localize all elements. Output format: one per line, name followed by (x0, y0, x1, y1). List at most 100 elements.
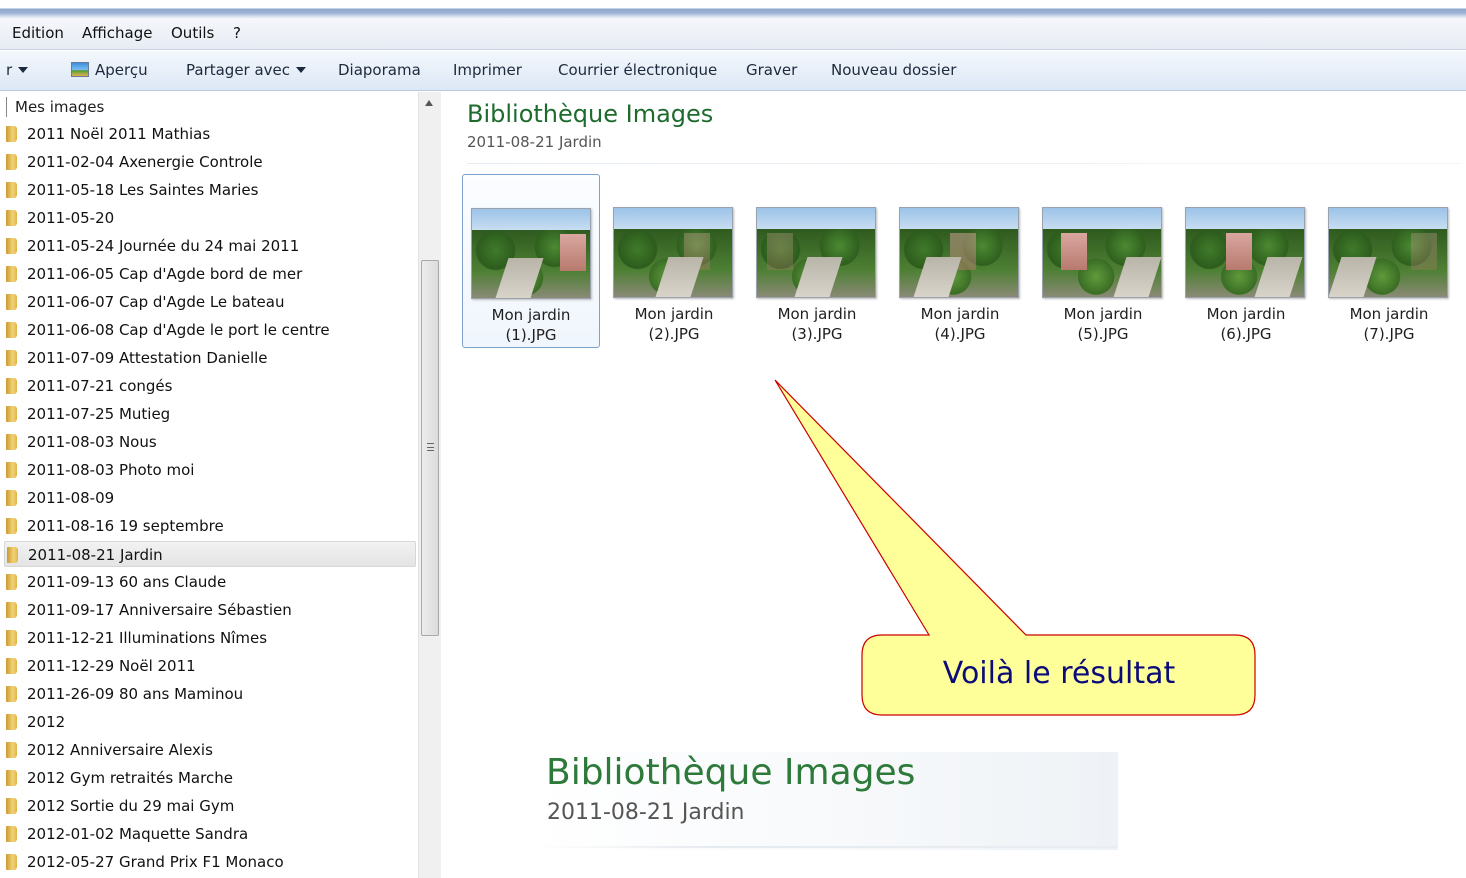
folder-label: 2011-07-21 congés (27, 377, 173, 395)
share-label: Partager avec (186, 61, 291, 79)
folder-item[interactable]: 2011-05-20 (4, 205, 416, 231)
folder-label: 2011-08-09 (27, 489, 115, 507)
folder-label: 2011-05-24 Journée du 24 mai 2011 (27, 237, 300, 255)
folder-icon (6, 630, 17, 646)
preview-button[interactable]: Aperçu (71, 61, 148, 79)
folder-item[interactable]: 2012-01-02 Maquette Sandra (4, 821, 416, 847)
folder-icon (6, 518, 17, 534)
folder-label: 2012 Gym retraités Marche (27, 769, 233, 787)
library-subtitle: 2011-08-21 Jardin (467, 133, 602, 151)
folder-item[interactable]: 2011-09-13 60 ans Claude (4, 569, 416, 595)
picture-icon (71, 62, 89, 77)
folder-item[interactable]: 2011-07-25 Mutieg (4, 401, 416, 427)
folder-item[interactable]: 2011-06-07 Cap d'Agde Le bateau (4, 289, 416, 315)
photo-thumbnail[interactable]: Mon jardin (5).JPG (1034, 174, 1172, 348)
caption-line-1: Mon jardin (777, 305, 857, 323)
folder-item[interactable]: 2011-08-21 Jardin (4, 541, 416, 567)
folder-item[interactable]: 2011-06-08 Cap d'Agde le port le centre (4, 317, 416, 343)
nav-scrollbar[interactable] (418, 92, 441, 878)
photo-thumbnail[interactable]: Mon jardin (4).JPG (891, 174, 1029, 348)
folder-label: 2011-07-09 Attestation Danielle (27, 349, 268, 367)
folder-label: 2011-08-03 Nous (27, 433, 157, 451)
folder-item[interactable]: 2011-08-09 (4, 485, 416, 511)
print-button[interactable]: Imprimer (453, 61, 522, 79)
photo-image (613, 207, 733, 298)
folder-label: 2011-02-04 Axenergie Controle (27, 153, 263, 171)
folder-item[interactable]: 2011 Noël 2011 Mathias (4, 121, 416, 147)
caption-line-1: Mon jardin (491, 306, 571, 324)
folder-item[interactable]: 2011-12-29 Noël 2011 (4, 653, 416, 679)
photo-caption: Mon jardin (2).JPG (605, 304, 743, 344)
zoomed-divider (530, 846, 1118, 848)
folder-label: 2012-01-02 Maquette Sandra (27, 825, 249, 843)
photo-image (1042, 207, 1162, 298)
menu-outils[interactable]: Outils (171, 24, 214, 42)
photo-caption: Mon jardin (1).JPG (463, 305, 599, 345)
folder-label: 2011-05-20 (27, 209, 115, 227)
caption-line-1: Mon jardin (1349, 305, 1429, 323)
caption-line-2: (6).JPG (1220, 325, 1272, 343)
organize-button[interactable]: r (6, 61, 29, 79)
folder-item[interactable]: 2011-07-09 Attestation Danielle (4, 345, 416, 371)
caption-line-1: Mon jardin (1063, 305, 1143, 323)
folder-icon (6, 826, 17, 842)
folder-item[interactable]: 2011-05-24 Journée du 24 mai 2011 (4, 233, 416, 259)
zoomed-library-title: Bibliothèque Images (546, 752, 916, 793)
photo-thumbnail[interactable]: Mon jardin (2).JPG (605, 174, 743, 348)
scroll-up-arrow-icon[interactable] (425, 100, 433, 106)
folder-icon (6, 462, 17, 478)
new-folder-button[interactable]: Nouveau dossier (831, 61, 956, 79)
folder-icon (6, 490, 17, 506)
menu-affichage[interactable]: Affichage (82, 24, 152, 42)
folder-label: 2011-26-09 80 ans Maminou (27, 685, 244, 703)
window-title-strip (0, 0, 1466, 18)
photo-thumbnail[interactable]: Mon jardin (3).JPG (748, 174, 886, 348)
folder-item[interactable]: 2011-08-03 Photo moi (4, 457, 416, 483)
folder-item[interactable]: 2011-06-05 Cap d'Agde bord de mer (4, 261, 416, 287)
folder-icon (6, 322, 17, 338)
photo-thumbnail[interactable]: Mon jardin (6).JPG (1177, 174, 1315, 348)
folder-icon (7, 547, 18, 563)
folder-item[interactable]: 2011-26-09 80 ans Maminou (4, 681, 416, 707)
folder-icon (6, 154, 17, 170)
folder-item[interactable]: 2011-02-04 Axenergie Controle (4, 149, 416, 175)
folder-item[interactable]: 2011-08-16 19 septembre (4, 513, 416, 539)
photo-image (1185, 207, 1305, 298)
folder-label: 2011-05-18 Les Saintes Maries (27, 181, 259, 199)
folder-item[interactable]: 2011-07-21 congés (4, 373, 416, 399)
photo-thumbnail[interactable]: Mon jardin (1).JPG (462, 174, 600, 348)
burn-button[interactable]: Graver (746, 61, 797, 79)
folder-label: 2011-09-17 Anniversaire Sébastien (27, 601, 292, 619)
folder-icon (6, 294, 17, 310)
email-button[interactable]: Courrier électronique (558, 61, 717, 79)
folder-item[interactable]: 2011-08-03 Nous (4, 429, 416, 455)
folder-item[interactable]: 2011-05-18 Les Saintes Maries (4, 177, 416, 203)
nav-root-mes-images[interactable]: Mes images (6, 97, 104, 117)
chevron-down-icon (18, 67, 29, 73)
scroll-thumb[interactable] (421, 260, 439, 636)
folder-item[interactable]: 2012 Anniversaire Alexis (4, 737, 416, 763)
folder-icon (6, 714, 17, 730)
callout-text: Voilà le résultat (942, 656, 1176, 691)
folder-label: 2011 Noël 2011 Mathias (27, 125, 211, 143)
folder-item[interactable]: 2012 (4, 709, 416, 735)
folder-item[interactable]: 2012 Gym retraités Marche (4, 765, 416, 791)
folder-item[interactable]: 2011-09-17 Anniversaire Sébastien (4, 597, 416, 623)
folder-icon (6, 854, 17, 870)
share-with-button[interactable]: Partager avec (186, 61, 307, 79)
photo-caption: Mon jardin (7).JPG (1320, 304, 1458, 344)
photo-thumbnail[interactable]: Mon jardin (7).JPG (1320, 174, 1458, 348)
menu-edition[interactable]: Edition (12, 24, 64, 42)
slideshow-button[interactable]: Diaporama (338, 61, 421, 79)
header-divider (467, 163, 1462, 164)
folder-item[interactable]: 2012 Sortie du 29 mai Gym (4, 793, 416, 819)
photo-caption: Mon jardin (6).JPG (1177, 304, 1315, 344)
menu-help[interactable]: ? (233, 24, 241, 42)
folder-item[interactable]: 2012-05-27 Grand Prix F1 Monaco (4, 849, 416, 875)
folder-item[interactable]: 2011-12-21 Illuminations Nîmes (4, 625, 416, 651)
zoomed-library-subtitle: 2011-08-21 Jardin (547, 800, 745, 825)
folder-icon (6, 266, 17, 282)
folder-icon (6, 182, 17, 198)
folder-label: 2011-09-13 60 ans Claude (27, 573, 227, 591)
photo-caption: Mon jardin (4).JPG (891, 304, 1029, 344)
